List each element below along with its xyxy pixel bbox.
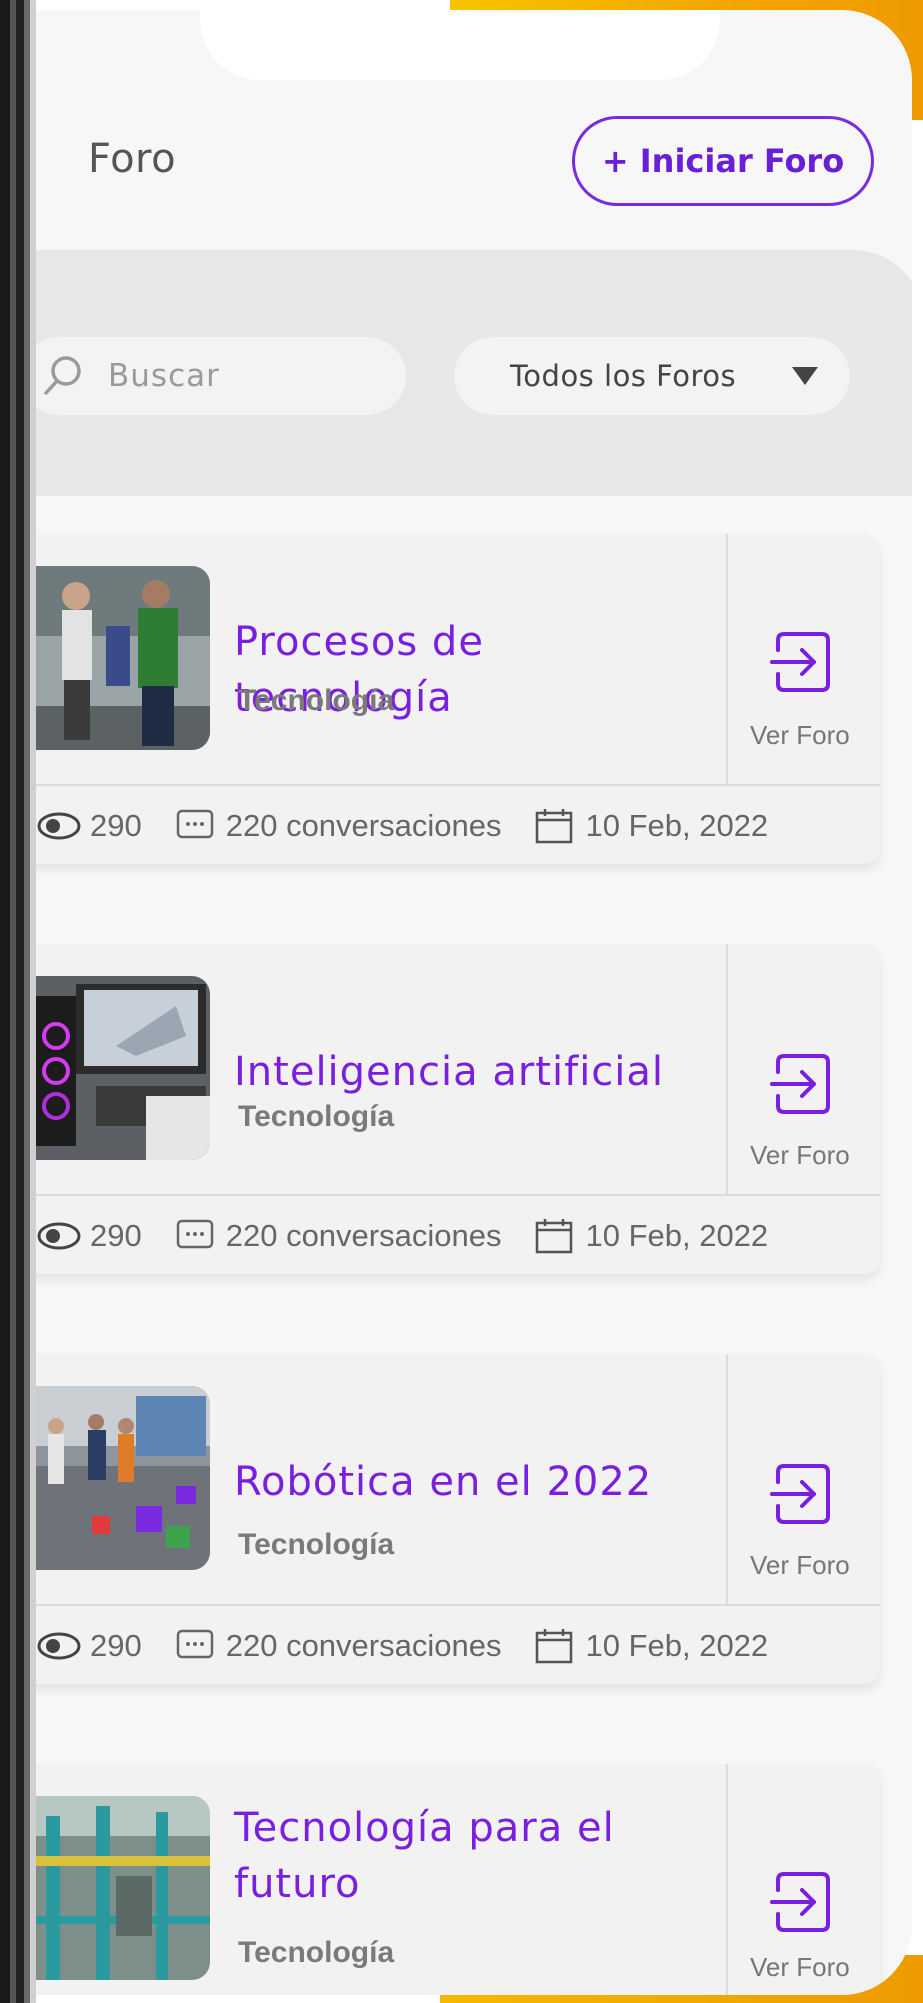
chat-icon	[176, 1629, 213, 1659]
dropdown-arrow-icon	[792, 367, 818, 385]
divider	[0, 1194, 880, 1196]
enter-icon[interactable]	[764, 626, 836, 698]
calendar-icon	[536, 1629, 573, 1664]
forum-title[interactable]: Robótica en el 2022	[234, 1454, 714, 1510]
eye-icon	[37, 812, 81, 840]
divider	[726, 1354, 728, 1604]
eye-icon	[37, 1222, 81, 1250]
forum-thumbnail	[36, 566, 210, 750]
phone-screen: Foro + Iniciar Foro Buscar Todos los For…	[0, 10, 912, 1995]
forum-filter-select[interactable]: Todos los Foros	[454, 337, 850, 415]
search-input[interactable]: Buscar	[20, 337, 406, 415]
enter-icon[interactable]	[764, 1048, 836, 1120]
divider	[0, 1604, 880, 1606]
forum-thumbnail	[36, 976, 210, 1160]
views-count: 290	[90, 1218, 142, 1253]
enter-icon[interactable]	[764, 1458, 836, 1530]
enter-icon[interactable]	[764, 1866, 836, 1938]
conversations-count: 220 conversaciones	[225, 1218, 502, 1253]
chat-icon	[176, 809, 213, 839]
view-forum-link[interactable]: Ver Foro	[750, 720, 850, 751]
divider	[726, 534, 728, 784]
calendar-icon	[536, 809, 573, 844]
forum-stats: 290 220 conversaciones 10 Feb, 2022	[36, 1616, 798, 1676]
view-forum-link[interactable]: Ver Foro	[750, 1140, 850, 1171]
forum-filter-label: Todos los Foros	[510, 359, 737, 393]
divider	[0, 784, 880, 786]
forum-category: Tecnología	[238, 1936, 395, 1969]
views-count: 290	[90, 808, 142, 843]
forum-date: 10 Feb, 2022	[585, 808, 769, 843]
page-title: Foro	[88, 136, 177, 182]
forum-thumbnail	[36, 1796, 210, 1980]
forum-category: Tecnología	[238, 1100, 395, 1133]
view-forum-link[interactable]: Ver Foro	[750, 1952, 850, 1983]
forum-category: Tecnología	[238, 684, 395, 717]
forum-card[interactable]: Tecnología para el futuro Tecnología Ver…	[0, 1764, 880, 1995]
calendar-icon	[536, 1219, 573, 1254]
forum-date: 10 Feb, 2022	[585, 1628, 769, 1663]
view-forum-link[interactable]: Ver Foro	[750, 1550, 850, 1581]
phone-notch	[200, 10, 720, 80]
forum-stats: 290 220 conversaciones 10 Feb, 2022	[36, 1206, 798, 1266]
forum-card[interactable]: Inteligencia artificial Tecnología Ver F…	[0, 944, 880, 1274]
views-count: 290	[90, 1628, 142, 1663]
phone-bezel	[0, 0, 36, 2003]
forum-card[interactable]: Procesos de tecnología Tecnología Ver Fo…	[0, 534, 880, 864]
forum-title[interactable]: Tecnología para el futuro	[234, 1800, 714, 1912]
forum-thumbnail	[36, 1386, 210, 1570]
search-placeholder: Buscar	[108, 358, 220, 394]
chat-icon	[176, 1219, 213, 1249]
divider	[726, 944, 728, 1194]
eye-icon	[37, 1632, 81, 1660]
forum-title[interactable]: Inteligencia artificial	[234, 1044, 714, 1100]
conversations-count: 220 conversaciones	[225, 808, 502, 843]
forum-category: Tecnología	[238, 1528, 395, 1561]
forum-stats: 290 220 conversaciones 10 Feb, 2022	[36, 796, 798, 856]
divider	[726, 1764, 728, 1995]
search-icon	[38, 351, 88, 401]
conversations-count: 220 conversaciones	[225, 1628, 502, 1663]
forum-date: 10 Feb, 2022	[585, 1218, 769, 1253]
forum-card[interactable]: Robótica en el 2022 Tecnología Ver Foro …	[0, 1354, 880, 1684]
start-forum-button[interactable]: + Iniciar Foro	[572, 116, 874, 206]
